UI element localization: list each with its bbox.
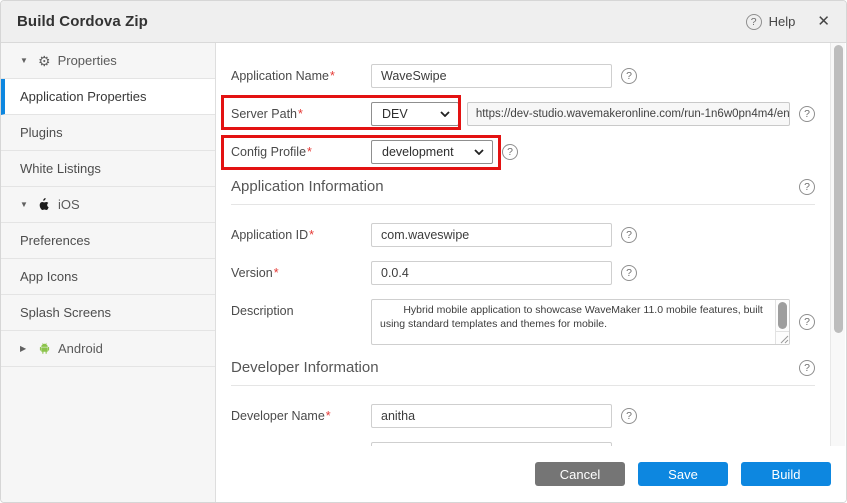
sidebar-group-properties[interactable]: ▼ ⚙ Properties: [1, 43, 215, 79]
help-icon[interactable]: ?: [621, 227, 637, 243]
chevron-down-icon: ▼: [20, 56, 30, 65]
dialog-footer: Cancel Save Build: [216, 446, 846, 502]
sidebar-group-label: iOS: [58, 197, 80, 212]
field-row-developer-name: Developer Name* anitha ?: [231, 404, 815, 428]
sidebar-item-label: Plugins: [20, 125, 63, 140]
config-profile-label: Config Profile*: [231, 145, 371, 159]
help-icon[interactable]: ?: [746, 14, 762, 30]
field-row-version: Version* 0.0.4 ?: [231, 261, 815, 285]
close-icon[interactable]: ✕: [817, 14, 830, 29]
field-row-server-path: Server Path* DEV https://dev-studio.wave…: [231, 102, 815, 126]
scrollbar-thumb[interactable]: [834, 45, 843, 333]
config-profile-select[interactable]: development: [371, 140, 493, 164]
server-path-selected-value: DEV: [382, 107, 408, 121]
sidebar-item-label: App Icons: [20, 269, 78, 284]
build-button[interactable]: Build: [741, 462, 831, 486]
sidebar-item-application-properties[interactable]: Application Properties: [1, 79, 215, 115]
sidebar-item-splash-screens[interactable]: Splash Screens: [1, 295, 215, 331]
dialog-header: Build Cordova Zip ? Help ✕: [1, 1, 846, 43]
server-path-select[interactable]: DEV: [371, 102, 459, 126]
help-icon[interactable]: ?: [502, 144, 518, 160]
header-actions: ? Help ✕: [746, 14, 830, 30]
chevron-down-icon: ▼: [20, 200, 30, 209]
server-path-label: Server Path*: [231, 107, 371, 121]
cancel-button[interactable]: Cancel: [535, 462, 625, 486]
gear-icon: ⚙: [38, 54, 51, 68]
description-text: Hybrid mobile application to showcase Wa…: [380, 303, 771, 331]
section-developer-information: Developer Information ?: [231, 359, 815, 386]
field-row-config-profile: Config Profile* development ?: [231, 140, 815, 164]
help-icon[interactable]: ?: [799, 360, 815, 376]
apple-icon: [38, 198, 51, 211]
sidebar-item-label: White Listings: [20, 161, 101, 176]
help-icon[interactable]: ?: [799, 314, 815, 330]
section-application-information: Application Information ?: [231, 178, 815, 205]
help-icon[interactable]: ?: [799, 179, 815, 195]
description-label: Description: [231, 299, 371, 318]
sidebar-group-label: Properties: [58, 53, 117, 68]
android-icon: [38, 342, 51, 355]
sidebar-item-label: Splash Screens: [20, 305, 111, 320]
main-panel: Application Name* WaveSwipe ? Server Pat…: [216, 43, 846, 502]
application-name-label: Application Name*: [231, 69, 371, 83]
sidebar-group-label: Android: [58, 341, 103, 356]
developer-name-label: Developer Name*: [231, 409, 371, 423]
save-button[interactable]: Save: [638, 462, 728, 486]
chevron-right-icon: ▶: [20, 344, 30, 353]
sidebar-item-label: Preferences: [20, 233, 90, 248]
sidebar-item-label: Application Properties: [20, 89, 146, 104]
help-link[interactable]: Help: [769, 14, 796, 29]
resize-handle-icon[interactable]: [775, 331, 789, 344]
section-title: Developer Information: [231, 359, 379, 376]
server-path-url: https://dev-studio.wavemakeronline.com/r…: [467, 102, 790, 126]
section-title: Application Information: [231, 178, 384, 195]
application-name-input[interactable]: WaveSwipe: [371, 64, 612, 88]
sidebar-item-app-icons[interactable]: App Icons: [1, 259, 215, 295]
help-icon[interactable]: ?: [621, 265, 637, 281]
sidebar-group-ios[interactable]: ▼ iOS: [1, 187, 215, 223]
config-profile-selected-value: development: [382, 145, 454, 159]
field-row-description: Description Hybrid mobile application to…: [231, 299, 815, 345]
developer-name-input[interactable]: anitha: [371, 404, 612, 428]
chevron-down-icon: [440, 111, 450, 117]
help-icon[interactable]: ?: [621, 68, 637, 84]
version-label: Version*: [231, 266, 371, 280]
textarea-scrollbar[interactable]: [775, 300, 789, 331]
help-icon[interactable]: ?: [621, 408, 637, 424]
version-input[interactable]: 0.0.4: [371, 261, 612, 285]
textarea-scrollbar-thumb[interactable]: [778, 302, 787, 329]
description-textarea[interactable]: Hybrid mobile application to showcase Wa…: [371, 299, 790, 345]
application-id-input[interactable]: com.waveswipe: [371, 223, 612, 247]
sidebar-item-white-listings[interactable]: White Listings: [1, 151, 215, 187]
field-row-application-id: Application ID* com.waveswipe ?: [231, 223, 815, 247]
vertical-scrollbar[interactable]: [830, 43, 845, 448]
dialog-title: Build Cordova Zip: [17, 13, 148, 30]
build-cordova-zip-dialog: Build Cordova Zip ? Help ✕ ▼ ⚙ Propertie…: [0, 0, 847, 503]
form-scroll-area: Application Name* WaveSwipe ? Server Pat…: [216, 43, 829, 448]
help-icon[interactable]: ?: [799, 106, 815, 122]
sidebar-item-plugins[interactable]: Plugins: [1, 115, 215, 151]
sidebar-item-preferences[interactable]: Preferences: [1, 223, 215, 259]
field-row-application-name: Application Name* WaveSwipe ?: [231, 64, 815, 88]
chevron-down-icon: [474, 149, 484, 155]
application-id-label: Application ID*: [231, 228, 371, 242]
sidebar: ▼ ⚙ Properties Application Properties Pl…: [1, 43, 216, 502]
sidebar-group-android[interactable]: ▶ Android: [1, 331, 215, 367]
